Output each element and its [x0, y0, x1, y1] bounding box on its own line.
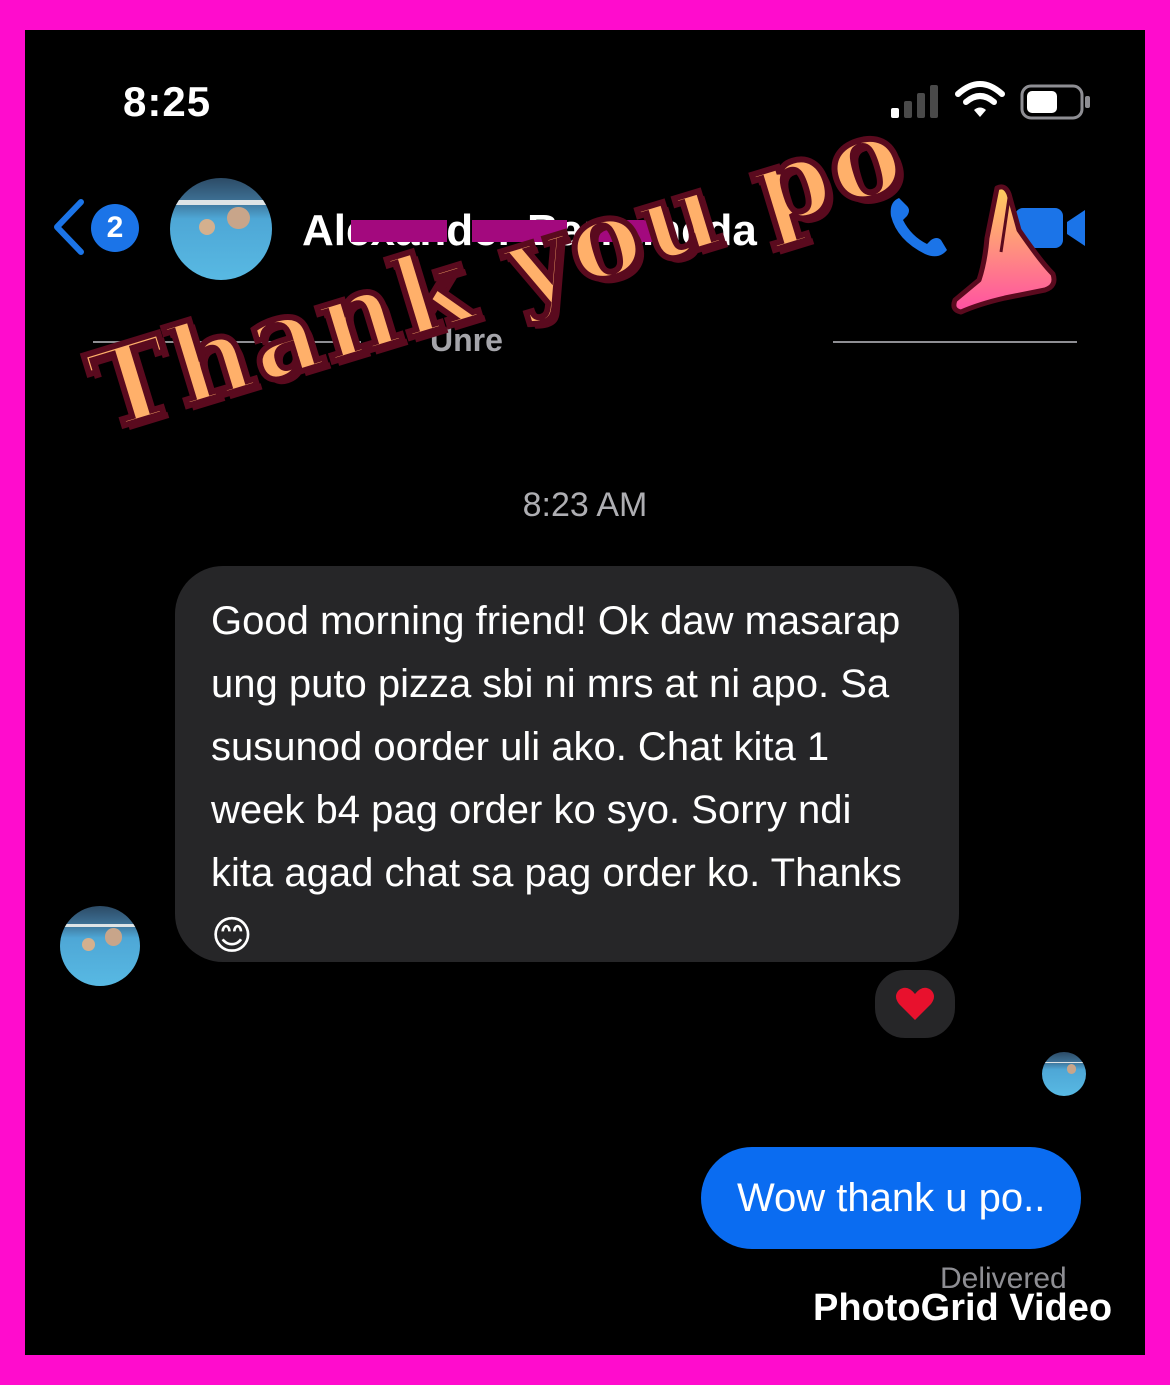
contact-avatar[interactable] [170, 178, 272, 280]
cellular-signal-icon [891, 84, 943, 118]
heart-icon [896, 987, 934, 1020]
sender-avatar[interactable] [60, 906, 140, 986]
read-receipt-avatar [1042, 1052, 1086, 1096]
unread-divider-right [833, 341, 1077, 343]
unread-count-badge[interactable]: 2 [91, 204, 139, 252]
wifi-icon [955, 81, 1005, 117]
smiling-face-emoji: 😊 [211, 914, 253, 958]
battery-icon [1020, 84, 1090, 120]
message-timestamp: 8:23 AM [522, 486, 648, 524]
outgoing-message-bubble[interactable]: Wow thank u po.. [701, 1147, 1082, 1249]
chat-screen: 8:25 2 Alexander Barrameda Unr [25, 30, 1145, 1355]
heart-reaction[interactable] [871, 966, 959, 1042]
back-chevron-icon[interactable] [51, 198, 85, 256]
status-time: 8:25 [123, 78, 212, 125]
incoming-message-bubble[interactable]: Good morning friend! Ok daw masarap ung … [175, 566, 959, 962]
folded-hands-icon [951, 184, 1057, 315]
incoming-message-text: Good morning friend! Ok daw masarap ung … [211, 599, 902, 895]
photogrid-watermark: PhotoGrid Video [813, 1287, 1113, 1329]
